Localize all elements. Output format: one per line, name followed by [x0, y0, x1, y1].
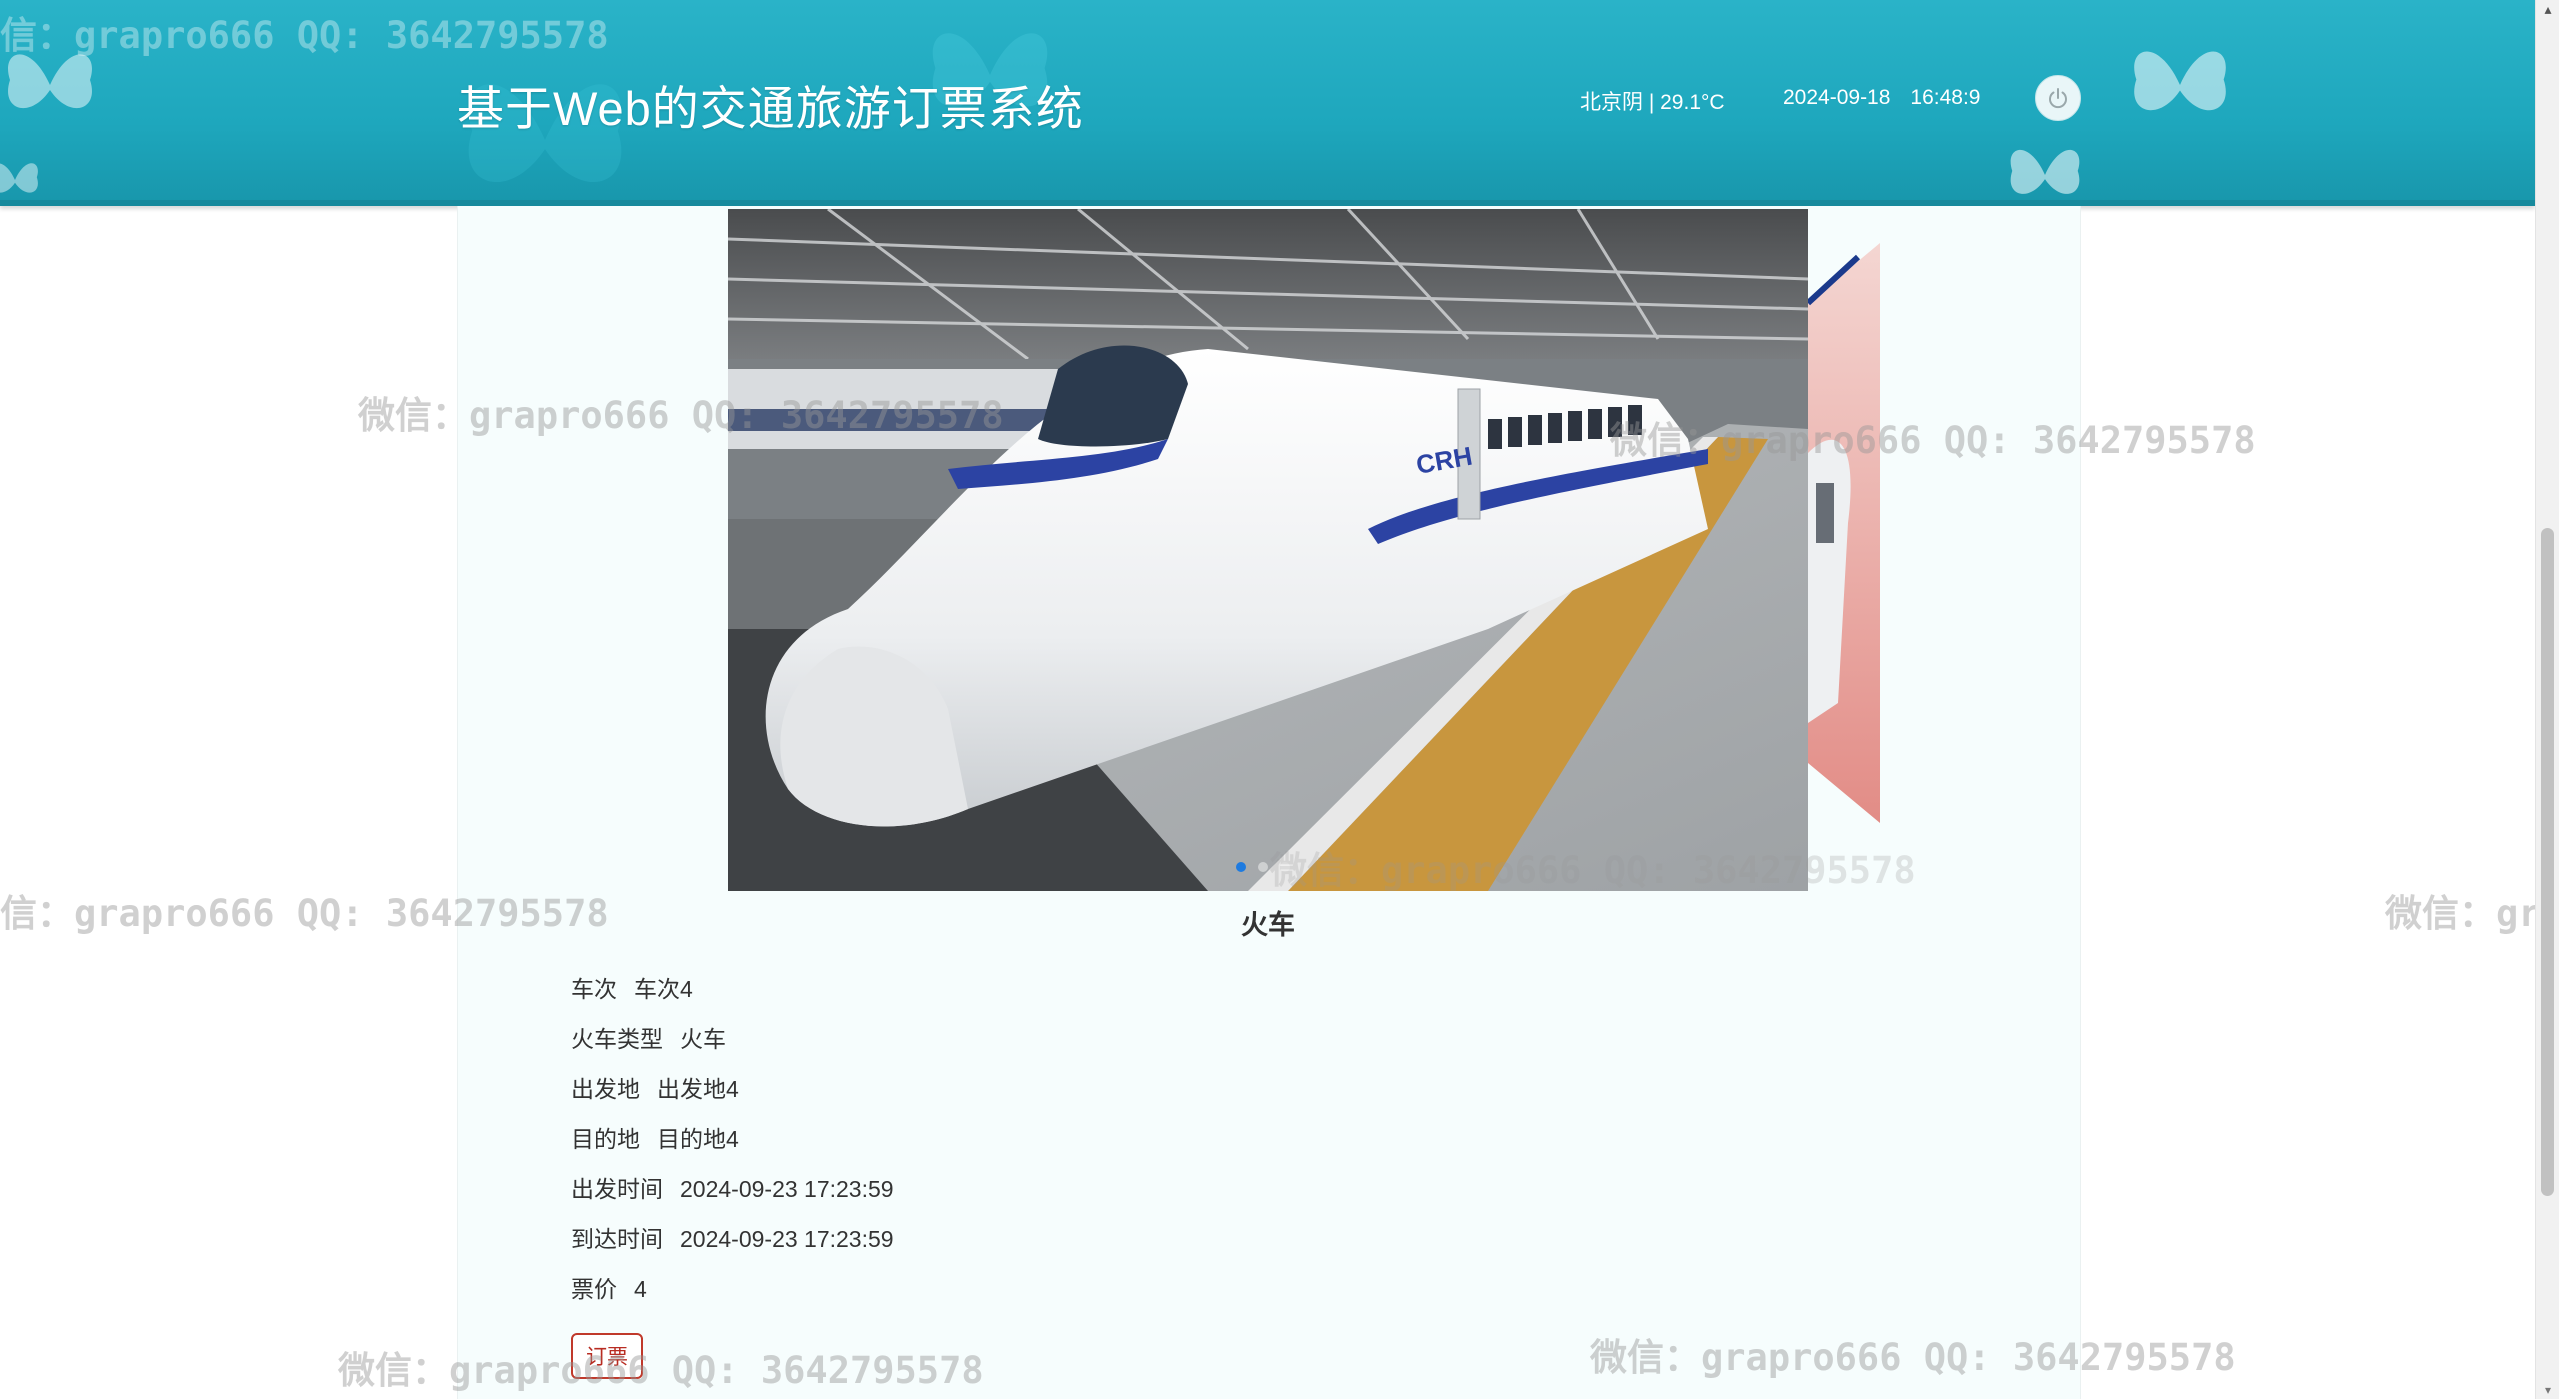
detail-label: 火车类型: [571, 1026, 663, 1052]
scroll-up-arrow-icon[interactable]: ▴: [2536, 0, 2559, 18]
carousel-next-slide-preview[interactable]: [1808, 243, 1880, 823]
butterfly-decoration-icon: [2010, 149, 2080, 194]
next-train-photo: [1808, 243, 1880, 823]
detail-value: 出发地4: [657, 1076, 739, 1102]
butterfly-decoration-icon: [0, 163, 38, 193]
detail-label: 出发时间: [571, 1176, 663, 1202]
detail-label: 目的地: [571, 1126, 640, 1152]
power-icon: [2049, 88, 2067, 109]
detail-row-origin: 出发地 出发地4: [571, 1070, 894, 1120]
top-header: 基于Web的交通旅游订票系统 北京阴 | 29.1°C 2024-09-18 16…: [0, 0, 2535, 206]
carousel-indicators: [1236, 862, 1290, 872]
carousel-dot-2[interactable]: [1258, 862, 1268, 872]
detail-value: 火车: [680, 1026, 726, 1052]
butterfly-decoration-icon: [8, 54, 92, 109]
detail-row-price: 票价 4: [571, 1270, 894, 1320]
logout-button[interactable]: [2035, 75, 2081, 121]
current-time: 16:48:9: [1910, 86, 1981, 109]
detail-row-destination: 目的地 目的地4: [571, 1120, 894, 1170]
scroll-down-arrow-icon[interactable]: ▾: [2536, 1381, 2559, 1399]
detail-value: 2024-09-23 17:23:59: [680, 1226, 894, 1252]
current-datetime: 2024-09-18 16:48:9: [1783, 86, 1981, 110]
detail-label: 车次: [571, 976, 617, 1002]
detail-row-arrival-time: 到达时间 2024-09-23 17:23:59: [571, 1220, 894, 1270]
current-date: 2024-09-18: [1783, 86, 1891, 109]
carousel-dot-3[interactable]: [1280, 862, 1290, 872]
butterfly-decoration-icon: [2134, 51, 2226, 111]
image-carousel[interactable]: CRH: [728, 209, 1808, 891]
watermark: 微信：gr: [2385, 892, 2541, 935]
detail-label: 到达时间: [571, 1226, 663, 1252]
page-scrollbar[interactable]: ▴ ▾: [2535, 0, 2559, 1399]
ticket-details: 车次 车次4 火车类型 火车 出发地 出发地4 目的地 目的地4 出发时间 20…: [571, 970, 894, 1320]
detail-row-train-type: 火车类型 火车: [571, 1020, 894, 1070]
detail-value: 4: [634, 1276, 647, 1302]
detail-label: 出发地: [571, 1076, 640, 1102]
detail-value: 目的地4: [657, 1126, 739, 1152]
site-title: 基于Web的交通旅游订票系统: [457, 82, 1084, 135]
vehicle-type-caption: 火车: [1241, 910, 1295, 940]
scrollbar-thumb[interactable]: [2541, 528, 2554, 1196]
detail-label: 票价: [571, 1276, 617, 1302]
detail-row-departure-time: 出发时间 2024-09-23 17:23:59: [571, 1170, 894, 1220]
detail-value: 2024-09-23 17:23:59: [680, 1176, 894, 1202]
carousel-dot-1[interactable]: [1236, 862, 1246, 872]
detail-row-train-number: 车次 车次4: [571, 970, 894, 1020]
book-ticket-button[interactable]: 订票: [571, 1333, 643, 1379]
detail-value: 车次4: [634, 976, 693, 1002]
weather-info: 北京阴 | 29.1°C: [1580, 91, 1725, 114]
train-photo: CRH: [728, 209, 1808, 891]
